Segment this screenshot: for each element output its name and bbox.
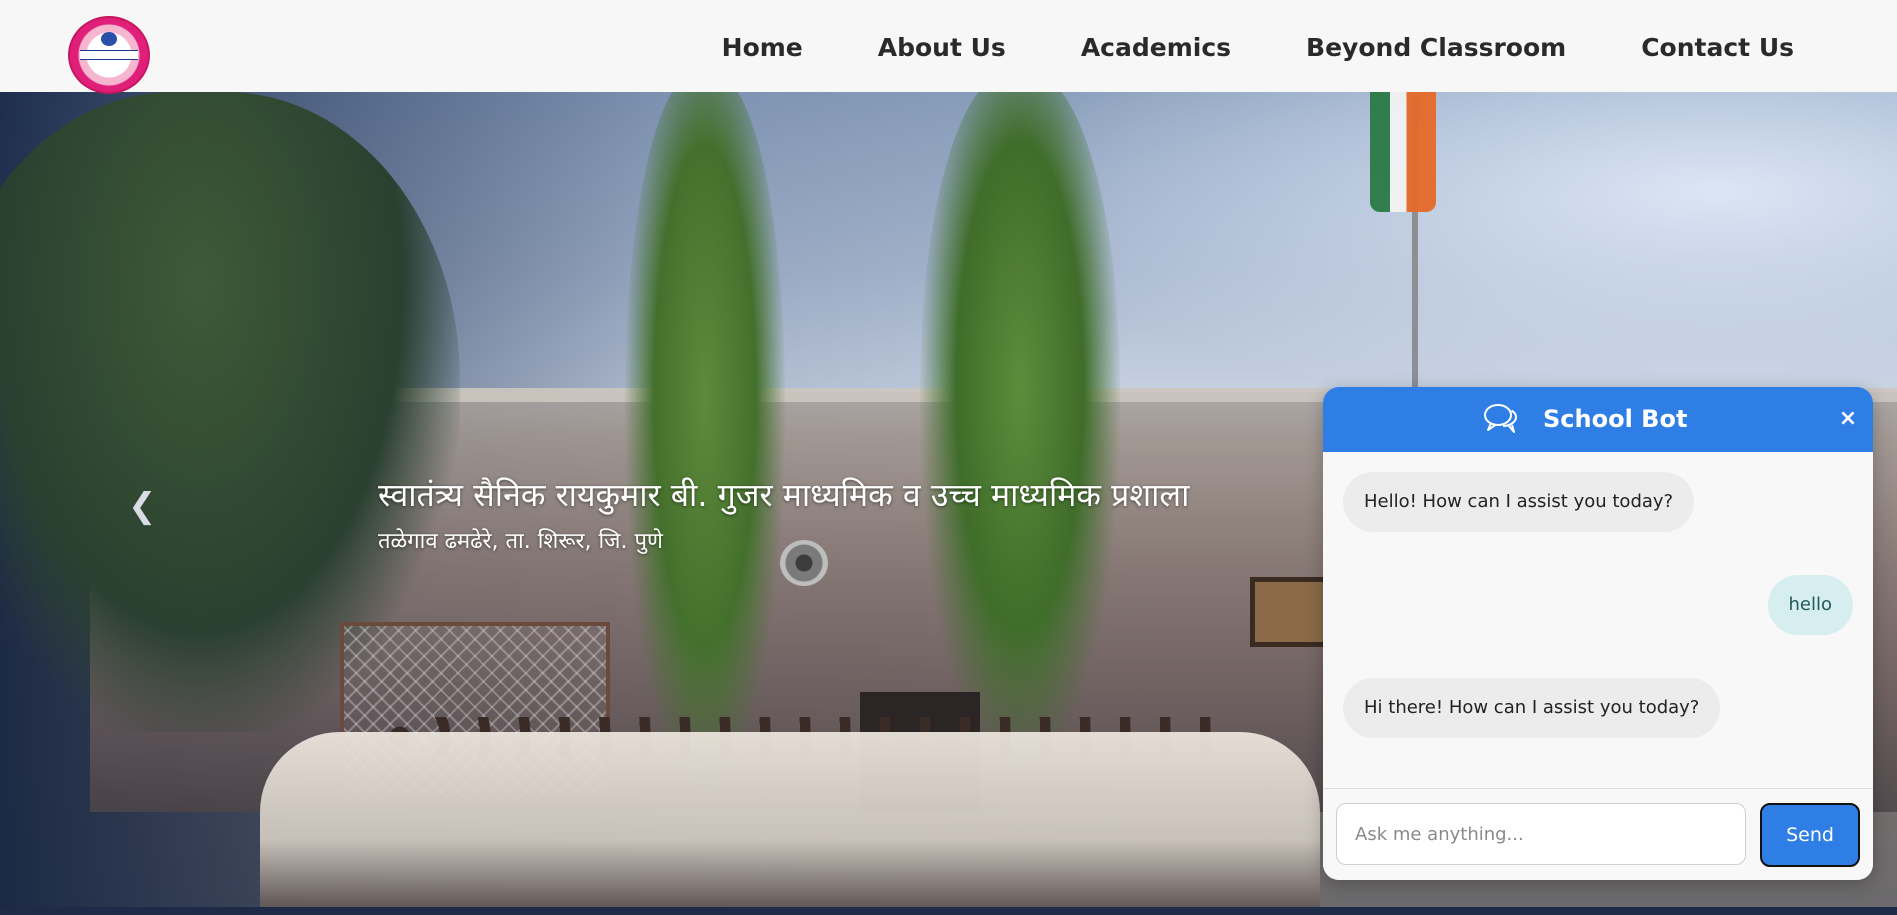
hero-photo-tree-center-right	[920, 92, 1120, 772]
hero-photo-framed-picture	[1250, 577, 1330, 647]
close-icon[interactable]: ×	[1835, 405, 1861, 433]
bot-message: Hello! How can I assist you today?	[1343, 472, 1695, 532]
nav-beyond-classroom[interactable]: Beyond Classroom	[1306, 30, 1566, 66]
chat-message-input[interactable]	[1336, 803, 1746, 865]
school-logo[interactable]	[68, 16, 150, 94]
chat-widget: School Bot × Hello! How can I assist you…	[1323, 387, 1873, 880]
hero-subtitle: तळेगाव ढमढेरे, ता. शिरूर, जि. पुणे	[378, 529, 663, 554]
chat-bubbles-icon	[1484, 404, 1518, 433]
hero-title: स्वातंत्र्य सैनिक रायकुमार बी. गुजर माध्…	[378, 476, 1190, 514]
hero-photo-crowd	[260, 732, 1320, 908]
bot-message: Hi there! How can I assist you today?	[1343, 678, 1721, 738]
chat-title: School Bot	[1543, 405, 1688, 433]
bottom-strip	[0, 907, 1897, 915]
chevron-left-icon[interactable]: ❮	[128, 482, 157, 530]
chat-header: School Bot ×	[1323, 387, 1873, 452]
nav-home[interactable]: Home	[722, 30, 803, 66]
main-nav: Home About Us Academics Beyond Classroom…	[722, 30, 1794, 66]
top-navbar: Home About Us Academics Beyond Classroom…	[0, 0, 1897, 94]
hero-caption: स्वातंत्र्य सैनिक रायकुमार बी. गुजर माध्…	[378, 475, 1189, 557]
chat-input-bar: Send	[1323, 788, 1873, 880]
nav-contact-us[interactable]: Contact Us	[1641, 30, 1794, 66]
hero-photo-tree-center-left	[625, 92, 785, 792]
nav-academics[interactable]: Academics	[1081, 30, 1231, 66]
hero-photo-flag	[1370, 92, 1436, 212]
logo-emblem	[101, 32, 117, 46]
logo-motto-band	[80, 50, 138, 60]
hero-photo-sky	[997, 92, 1897, 422]
send-button[interactable]: Send	[1760, 803, 1860, 867]
user-message: hello	[1767, 575, 1853, 635]
nav-about-us[interactable]: About Us	[878, 30, 1006, 66]
chat-messages: Hello! How can I assist you today? hello…	[1323, 452, 1873, 797]
